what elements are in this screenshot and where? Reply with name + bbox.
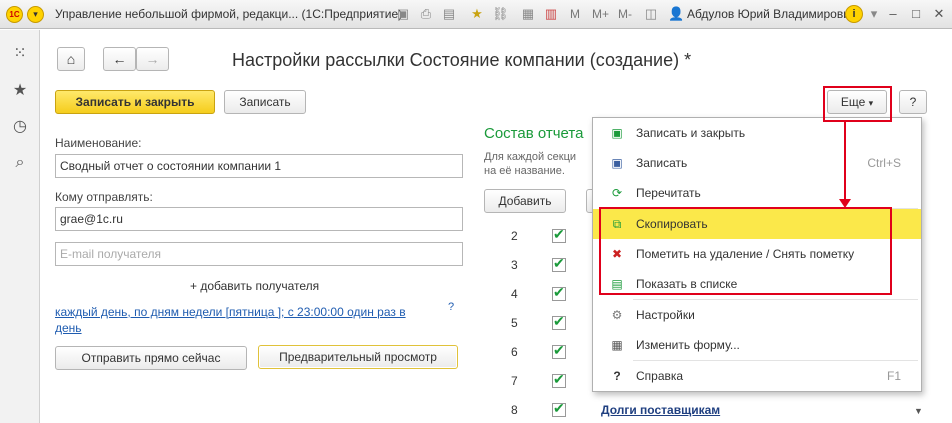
reread-icon: ⟳ bbox=[611, 186, 623, 200]
annotation-box-more bbox=[823, 86, 892, 122]
memory-m[interactable]: M bbox=[570, 7, 580, 21]
add-recipient-link[interactable]: + добавить получателя bbox=[190, 279, 319, 293]
menu-item-help[interactable]: ? Справка F1 bbox=[593, 361, 921, 391]
recipients-label: Кому отправлять: bbox=[55, 190, 153, 204]
menu-item-save-close[interactable]: ▣ Записать и закрыть bbox=[593, 118, 921, 148]
menu-item-label: Изменить форму... bbox=[636, 338, 740, 352]
row-number: 6 bbox=[511, 345, 518, 359]
menu-item-shortcut: F1 bbox=[886, 369, 901, 383]
row-number: 3 bbox=[511, 258, 518, 272]
home-button[interactable]: ⌂ bbox=[57, 47, 85, 71]
name-label: Наименование: bbox=[55, 136, 142, 150]
row-checkbox[interactable] bbox=[552, 400, 566, 417]
menu-item-label: Записать и закрыть bbox=[636, 126, 746, 140]
menu-item-save[interactable]: ▣ Записать Ctrl+S bbox=[593, 148, 921, 178]
save-button[interactable]: Записать bbox=[224, 90, 306, 114]
title-bar: 1С ▾ Управление небольшой фирмой, редакц… bbox=[0, 0, 952, 29]
row-checkbox[interactable] bbox=[552, 284, 566, 301]
back-button[interactable]: ← bbox=[103, 47, 136, 71]
row-number: 5 bbox=[511, 316, 518, 330]
menu-item-label: Записать bbox=[636, 156, 688, 170]
row-checkbox[interactable] bbox=[552, 371, 566, 388]
annotation-box-menu-items bbox=[599, 207, 892, 295]
report-description: Для каждой секци bbox=[484, 151, 577, 163]
grid-icon[interactable]: ⁙ bbox=[11, 45, 29, 63]
menu-item-shortcut: Ctrl+S bbox=[867, 156, 901, 170]
menu-item-reread[interactable]: ⟳ Перечитать bbox=[593, 178, 921, 208]
schedule-help-icon[interactable]: ? bbox=[448, 301, 454, 313]
menu-item-label: Перечитать bbox=[636, 186, 701, 200]
new-email-field[interactable]: E-mail получателя bbox=[55, 242, 463, 266]
app-menu-icon[interactable]: ▾ bbox=[27, 6, 44, 23]
form-title: Настройки рассылки Состояние компании (с… bbox=[232, 50, 692, 70]
row-section-link[interactable]: Долги поставщикам bbox=[601, 403, 720, 417]
star-icon[interactable]: ★ bbox=[11, 82, 29, 100]
recipient-email-field[interactable]: grae@1c.ru bbox=[55, 207, 463, 231]
schedule-link[interactable]: каждый день, по дням недели [пятница ]; … bbox=[55, 305, 406, 319]
favorite-icon[interactable]: ★ bbox=[469, 6, 485, 22]
calendar-icon[interactable]: ▥ bbox=[543, 6, 559, 22]
report-section-title: Состав отчета bbox=[484, 125, 584, 142]
preview-button[interactable]: Предварительный просмотр bbox=[258, 345, 458, 369]
memory-minus[interactable]: M- bbox=[618, 7, 632, 21]
maximize-icon[interactable]: □ bbox=[908, 6, 924, 22]
window-title: Управление небольшой фирмой, редакци... … bbox=[55, 7, 403, 21]
row-checkbox[interactable] bbox=[552, 342, 566, 359]
row-dropdown-icon[interactable]: ▼ bbox=[914, 406, 923, 416]
help-icon: ? bbox=[613, 369, 621, 383]
change-form-icon: ▦ bbox=[611, 338, 623, 352]
panel-icon[interactable]: ◫ bbox=[643, 6, 659, 22]
link-icon[interactable]: ⛓ bbox=[492, 6, 509, 22]
send-now-button[interactable]: Отправить прямо сейчас bbox=[55, 346, 247, 370]
help-button[interactable]: ? bbox=[899, 90, 927, 114]
print-icon[interactable]: ⎙ bbox=[418, 6, 434, 22]
calculator-icon[interactable]: ▦ bbox=[520, 6, 536, 22]
name-field[interactable]: Сводный отчет о состоянии компании 1 bbox=[55, 154, 463, 178]
minimize-icon[interactable]: – bbox=[885, 6, 901, 22]
save-icon[interactable]: ▣ bbox=[395, 6, 411, 22]
user-name: Абдулов Юрий Владимирович bbox=[687, 7, 857, 21]
row-checkbox[interactable] bbox=[552, 255, 566, 272]
forward-button[interactable]: → bbox=[136, 47, 169, 71]
settings-icon: ⚙ bbox=[611, 308, 623, 322]
schedule-link-cont[interactable]: день bbox=[55, 321, 82, 335]
close-icon[interactable]: ✕ bbox=[931, 6, 947, 22]
row-checkbox[interactable] bbox=[552, 313, 566, 330]
preview-icon[interactable]: ▤ bbox=[441, 6, 457, 22]
memory-plus[interactable]: M+ bbox=[592, 7, 609, 21]
menu-item-label: Справка bbox=[636, 369, 684, 383]
report-description-cont: на её название. bbox=[484, 165, 565, 177]
menu-item-label: Настройки bbox=[636, 308, 695, 322]
menu-item-change-form[interactable]: ▦ Изменить форму... bbox=[593, 330, 921, 360]
save-icon: ▣ bbox=[611, 156, 623, 170]
menu-item-settings[interactable]: ⚙ Настройки bbox=[593, 300, 921, 330]
left-rail: ⁙ ★ ◷ ⌕ bbox=[0, 30, 40, 423]
save-close-icon: ▣ bbox=[611, 126, 623, 140]
row-number: 7 bbox=[511, 374, 518, 388]
app-logo: 1С bbox=[6, 6, 23, 23]
history-icon[interactable]: ◷ bbox=[11, 118, 29, 136]
annotation-arrow-line bbox=[844, 121, 846, 201]
row-number: 4 bbox=[511, 287, 518, 301]
search-icon[interactable]: ⌕ bbox=[11, 154, 29, 172]
info-dropdown-icon[interactable]: ▾ bbox=[866, 6, 882, 22]
info-icon[interactable]: i bbox=[845, 5, 863, 23]
row-number: 2 bbox=[511, 229, 518, 243]
user-icon: 👤 bbox=[668, 6, 685, 21]
row-number: 8 bbox=[511, 403, 518, 417]
add-section-button[interactable]: Добавить bbox=[484, 189, 566, 213]
row-checkbox[interactable] bbox=[552, 226, 566, 243]
save-close-button[interactable]: Записать и закрыть bbox=[55, 90, 215, 114]
